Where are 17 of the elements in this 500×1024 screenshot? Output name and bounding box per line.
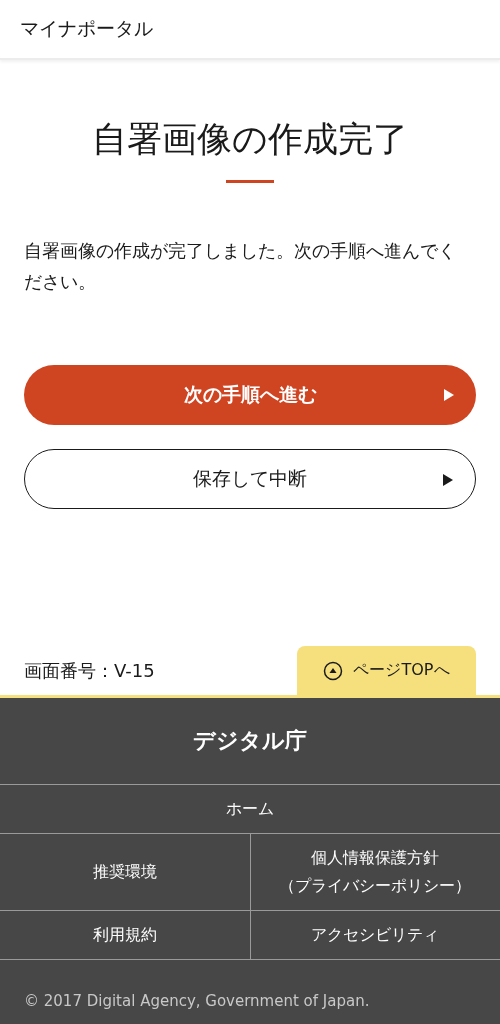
footer-link[interactable]: アクセシビリティ: [249, 911, 500, 959]
screen-number: 画面番号：V-15: [24, 659, 155, 683]
next-step-button[interactable]: 次の手順へ進む: [24, 365, 476, 425]
footer-link[interactable]: 推奨環境: [0, 834, 250, 910]
footer-link[interactable]: ホーム: [0, 785, 500, 833]
page-heading: 自署画像の作成完了: [91, 118, 409, 160]
agency-name: デジタル庁: [192, 727, 308, 755]
footer-link[interactable]: 個人情報保護方針（プライバシーポリシー）: [249, 834, 500, 910]
page-top-button[interactable]: ページTOPへ: [297, 646, 476, 695]
up-circle-icon: [323, 660, 344, 681]
site-title: マイナポータル: [20, 16, 153, 41]
message-text: 自署画像の作成が完了しました。次の手順へ進んでください。: [24, 239, 457, 294]
triangle-icon: [443, 474, 453, 486]
triangle-icon: [444, 389, 454, 401]
footer-link[interactable]: 利用規約: [0, 911, 250, 959]
save-button[interactable]: 保存して中断: [24, 449, 476, 509]
copyright-text: © 2017 Digital Agency, Government of Japan.: [23, 991, 371, 1010]
